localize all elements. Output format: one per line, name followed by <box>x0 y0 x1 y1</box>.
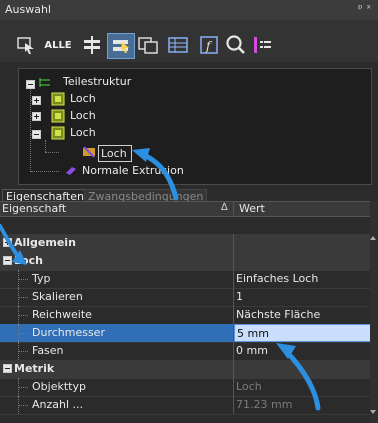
annotation-arrows <box>0 148 321 411</box>
